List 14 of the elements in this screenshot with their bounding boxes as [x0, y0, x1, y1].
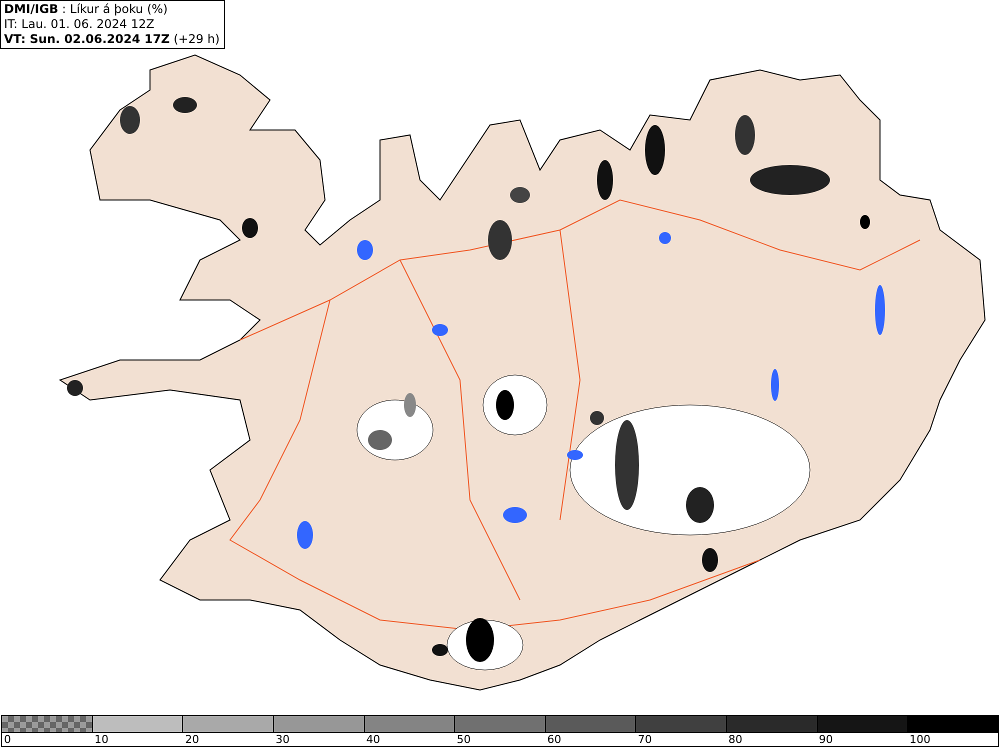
legend-label: 100 — [909, 733, 930, 746]
legend-label: 70 — [638, 733, 652, 746]
legend-label: 90 — [818, 733, 833, 746]
legend-label: 40 — [366, 733, 380, 746]
legend-label: 80 — [728, 733, 742, 746]
legend-label: 10 — [94, 733, 109, 746]
title-line: IT: Lau. 01. 06. 2024 12Z — [4, 17, 156, 32]
legend-label: 50 — [456, 733, 471, 746]
legend-label: 30 — [276, 733, 290, 746]
legend-label: 20 — [185, 733, 200, 746]
legend-label: 60 — [547, 733, 562, 746]
legend-label: 0 — [4, 733, 11, 746]
title-line: VT: Sun. 02.06.2024 17Z (+29 h) — [4, 32, 220, 47]
title-line: DMI/IGB : Líkur á þoku (%) — [4, 2, 169, 17]
